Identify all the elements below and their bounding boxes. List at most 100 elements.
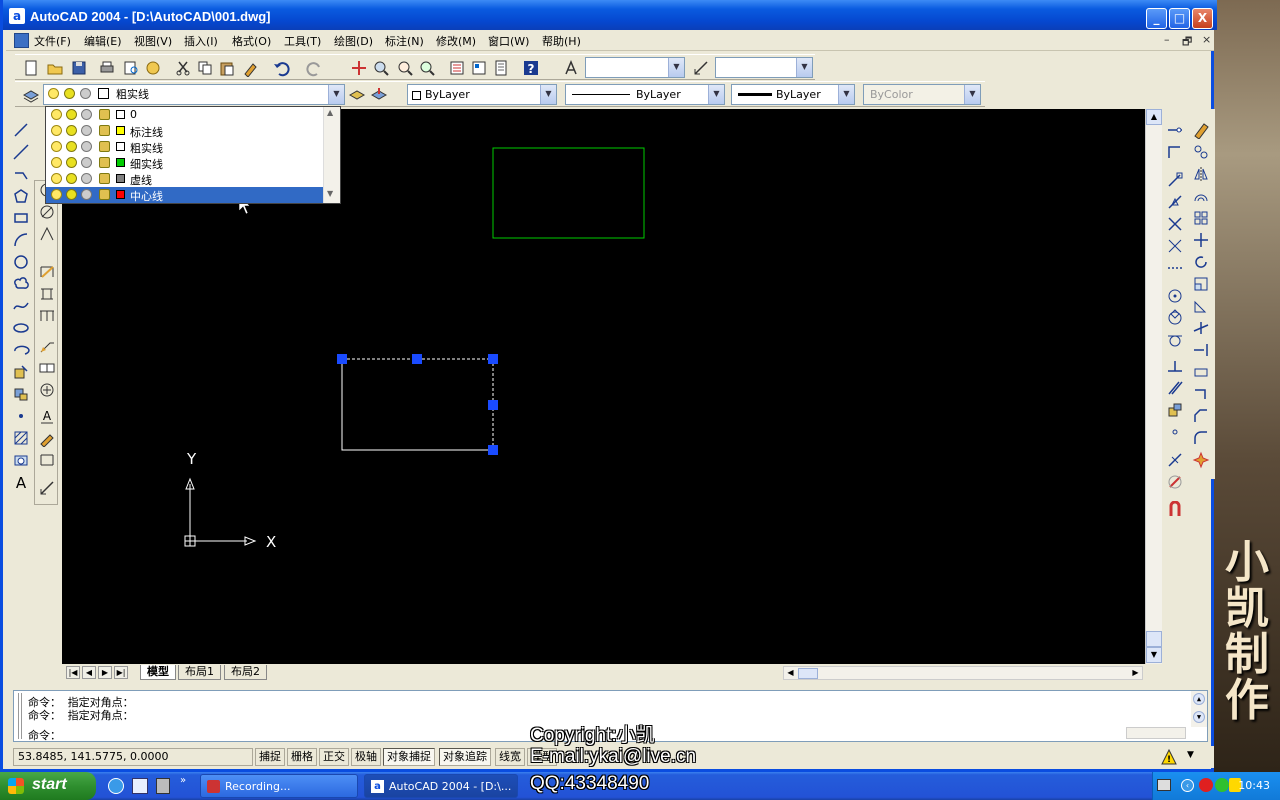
center-mark-icon[interactable] — [38, 381, 56, 399]
dim-baseline-icon[interactable] — [38, 285, 56, 303]
snap-midpoint-icon[interactable] — [1166, 193, 1184, 211]
viewport-freeze-icon[interactable] — [81, 125, 92, 136]
chevron-down-icon[interactable]: ▼ — [796, 58, 812, 77]
region-icon[interactable] — [12, 451, 30, 469]
spline-icon[interactable] — [12, 297, 30, 315]
clock[interactable]: 10:43 — [1238, 779, 1270, 792]
dim-diameter-icon[interactable] — [38, 203, 56, 221]
lightbulb-icon[interactable] — [51, 157, 62, 168]
revision-cloud-icon[interactable] — [12, 275, 30, 293]
vertical-scrollbar[interactable]: ▲ ▼ — [1145, 109, 1162, 664]
document-icon[interactable] — [14, 33, 29, 48]
grip[interactable] — [488, 400, 498, 410]
linetype-dropdown[interactable]: ByLayer ▼ — [565, 84, 725, 105]
text-style-dropdown[interactable]: ▼ — [585, 57, 685, 78]
chevron-down-icon[interactable]: ▼ — [708, 85, 724, 104]
grip[interactable] — [412, 354, 422, 364]
break-icon[interactable] — [1192, 385, 1210, 403]
construction-line-icon[interactable] — [12, 143, 30, 161]
list-item[interactable]: 标注线 — [46, 123, 324, 139]
menu-tools[interactable]: 工具(T) — [284, 33, 321, 49]
dim-style-icon[interactable] — [691, 58, 711, 78]
properties-icon[interactable] — [447, 58, 467, 78]
list-item[interactable]: 0 — [46, 107, 324, 123]
viewport-freeze-icon[interactable] — [81, 141, 92, 152]
stretch-icon[interactable] — [1192, 297, 1210, 315]
rectangle-icon[interactable] — [12, 209, 30, 227]
quicklaunch-icon[interactable] — [156, 778, 170, 794]
move-icon[interactable] — [1192, 231, 1210, 249]
osnap-settings-icon[interactable] — [1166, 501, 1184, 519]
list-item[interactable]: 细实线 — [46, 155, 324, 171]
dim-style-edit-icon[interactable] — [38, 479, 56, 497]
network-icon[interactable] — [1215, 778, 1229, 792]
grip[interactable] — [337, 354, 347, 364]
help-icon[interactable]: ? — [521, 58, 541, 78]
polyline-icon[interactable] — [12, 165, 30, 183]
grip[interactable] — [488, 354, 498, 364]
scroll-thumb[interactable] — [1146, 631, 1162, 647]
tab-layout2[interactable]: 布局2 — [224, 665, 267, 680]
lock-icon[interactable] — [99, 189, 110, 200]
chevron-up-icon[interactable]: ▲ — [1146, 109, 1162, 125]
lineweight-toggle[interactable]: 线宽 — [495, 748, 525, 766]
dropdown-scrollbar[interactable]: ▲ ▼ — [323, 107, 340, 203]
chevron-down-icon[interactable]: ▼ — [540, 85, 556, 104]
menu-dimension[interactable]: 标注(N) — [385, 33, 424, 49]
break-at-point-icon[interactable] — [1192, 363, 1210, 381]
layer-dropdown-list[interactable]: 0 标注线 粗实线 细实线 虚线 中心线 ▲ ▼ — [45, 106, 341, 204]
mirror-icon[interactable] — [1192, 165, 1210, 183]
title-bar[interactable]: a AutoCAD 2004 - [D:\AutoCAD\001.dwg] _ … — [3, 0, 1217, 30]
lock-icon[interactable] — [99, 157, 110, 168]
color-dropdown[interactable]: ByLayer ▼ — [407, 84, 557, 105]
autocad-app-icon[interactable]: a — [9, 8, 25, 24]
dim-update-icon[interactable] — [38, 451, 56, 469]
hatch-icon[interactable] — [12, 429, 30, 447]
zoom-window-icon[interactable] — [395, 58, 415, 78]
save-icon[interactable] — [69, 58, 89, 78]
lock-icon[interactable] — [99, 125, 110, 136]
viewport-freeze-icon[interactable] — [81, 157, 92, 168]
match-properties-icon[interactable] — [241, 58, 261, 78]
multiline-text-icon[interactable]: A — [12, 473, 30, 491]
chamfer-icon[interactable] — [1192, 407, 1210, 425]
status-menu-icon[interactable]: ▼ — [1187, 750, 1194, 760]
sun-icon[interactable] — [66, 157, 77, 168]
layer-manager-icon[interactable] — [21, 85, 41, 105]
lightbulb-icon[interactable] — [51, 189, 62, 200]
first-tab-icon[interactable]: |◀ — [66, 666, 80, 679]
tab-model[interactable]: 模型 — [140, 665, 176, 680]
horizontal-scrollbar[interactable]: ◀ ▶ — [783, 666, 1143, 680]
point-icon[interactable] — [12, 407, 30, 425]
array-icon[interactable] — [1192, 209, 1210, 227]
trim-icon[interactable] — [1192, 319, 1210, 337]
new-file-icon[interactable] — [21, 58, 41, 78]
lightbulb-icon[interactable] — [51, 141, 62, 152]
list-item[interactable]: 粗实线 — [46, 139, 324, 155]
dim-text-edit-icon[interactable]: A — [38, 407, 56, 425]
zoom-realtime-icon[interactable] — [371, 58, 391, 78]
snap-parallel-icon[interactable] — [1166, 379, 1184, 397]
chevron-down-icon[interactable]: ▼ — [668, 58, 684, 77]
command-prompt[interactable]: 命令： — [28, 727, 61, 743]
menu-view[interactable]: 视图(V) — [134, 33, 172, 49]
snap-nearest-icon[interactable] — [1166, 451, 1184, 469]
dim-style-dropdown[interactable]: ▼ — [715, 57, 813, 78]
insert-block-icon[interactable] — [12, 363, 30, 381]
last-tab-icon[interactable]: ▶| — [114, 666, 128, 679]
explode-icon[interactable] — [1192, 451, 1210, 469]
lightbulb-icon[interactable] — [51, 125, 62, 136]
chevron-down-icon[interactable]: ▼ — [838, 85, 854, 104]
dim-edit-icon[interactable] — [38, 429, 56, 447]
selected-rectangle[interactable] — [341, 358, 494, 451]
task-autocad[interactable]: a AutoCAD 2004 - [D:\... — [364, 774, 518, 798]
snap-center-icon[interactable] — [1166, 287, 1184, 305]
menu-insert[interactable]: 插入(I) — [184, 33, 218, 49]
chevron-down-icon[interactable]: ▼ — [328, 85, 344, 104]
text-style-icon[interactable] — [561, 58, 581, 78]
chevron-up-icon[interactable]: ▲ — [1193, 693, 1205, 705]
redo-icon[interactable] — [305, 58, 325, 78]
sun-icon[interactable] — [66, 141, 77, 152]
chevron-right-icon[interactable]: ▶ — [1129, 667, 1142, 679]
command-scrollbar[interactable]: ▲ ▼ — [1191, 691, 1207, 727]
